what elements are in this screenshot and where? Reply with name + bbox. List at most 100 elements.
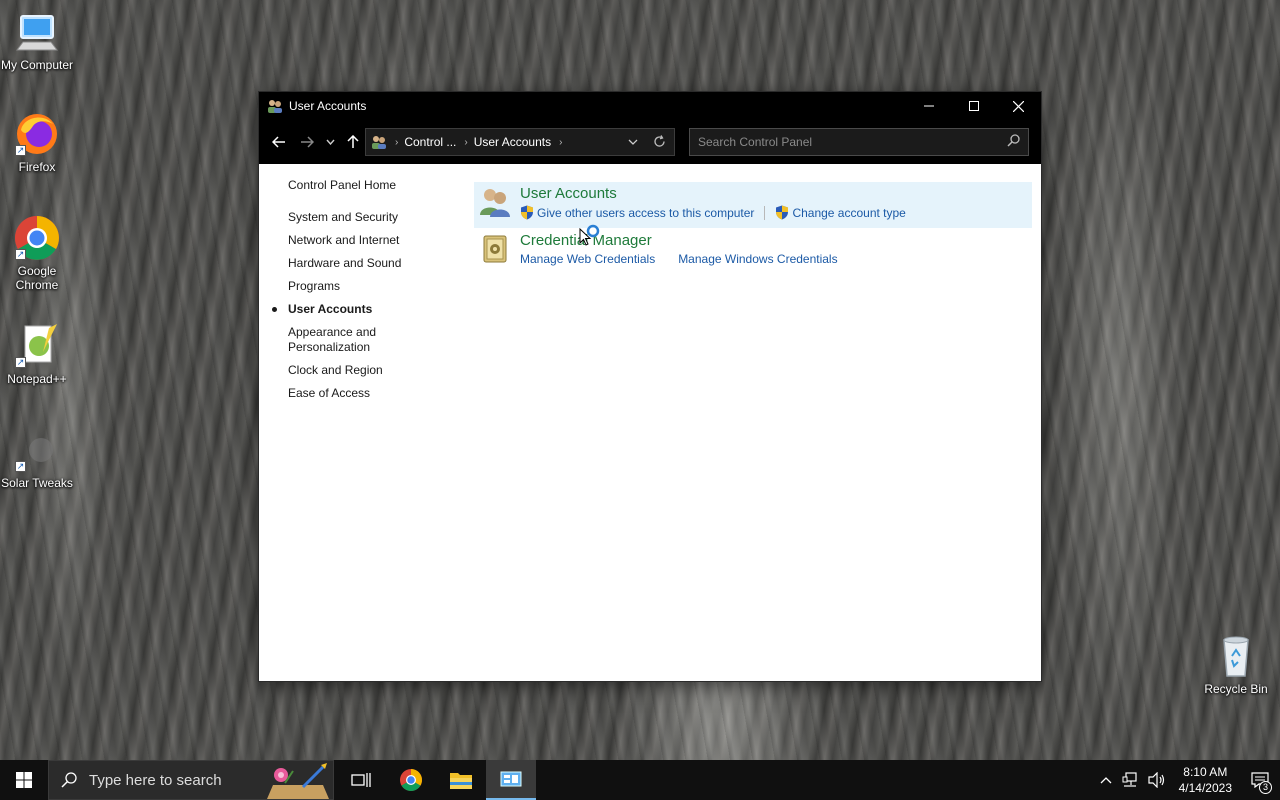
up-button[interactable] bbox=[339, 128, 367, 156]
maximize-button[interactable] bbox=[951, 92, 996, 120]
user-accounts-icon bbox=[480, 189, 510, 217]
desktop-icon-solar-tweaks[interactable]: ↗ Solar Tweaks bbox=[0, 426, 74, 490]
computer-icon bbox=[13, 8, 61, 56]
sidebar-item-programs[interactable]: Programs bbox=[288, 279, 458, 294]
breadcrumb-control-panel[interactable]: Control ... bbox=[404, 135, 456, 149]
speaker-icon bbox=[1148, 772, 1164, 788]
notification-count-badge: 3 bbox=[1259, 781, 1272, 794]
clock-date: 4/14/2023 bbox=[1178, 781, 1232, 795]
category-user-accounts[interactable]: User Accounts Give other users access to… bbox=[474, 182, 1032, 228]
desktop-icon-label: Google Chrome bbox=[15, 264, 59, 292]
back-button[interactable] bbox=[265, 128, 293, 156]
search-highlight-illustration-icon bbox=[267, 763, 329, 799]
control-panel-icon bbox=[500, 771, 522, 787]
manage-web-credentials-link[interactable]: Manage Web Credentials bbox=[520, 252, 655, 266]
arrow-left-icon bbox=[272, 136, 285, 148]
clock-time: 8:10 AM bbox=[1183, 765, 1228, 779]
arrow-right-icon bbox=[301, 136, 314, 148]
search-input[interactable] bbox=[690, 135, 1007, 149]
refresh-icon bbox=[654, 135, 665, 147]
network-status-button[interactable] bbox=[1117, 760, 1143, 800]
sidebar-item-hardware-and-sound[interactable]: Hardware and Sound bbox=[288, 256, 458, 271]
recent-locations-button[interactable] bbox=[321, 128, 339, 156]
sidebar-item-ease-of-access[interactable]: Ease of Access bbox=[288, 386, 458, 401]
chrome-icon: ↗ bbox=[13, 214, 61, 262]
desktop-icon-label: Recycle Bin bbox=[1204, 682, 1268, 696]
credential-manager-icon bbox=[483, 235, 507, 263]
maximize-icon bbox=[968, 101, 979, 111]
notepad-plus-plus-icon: ↗ bbox=[13, 322, 61, 370]
chevron-down-icon bbox=[628, 139, 638, 145]
start-button[interactable] bbox=[0, 760, 48, 800]
firefox-icon: ↗ bbox=[13, 110, 61, 158]
minimize-icon bbox=[923, 105, 934, 107]
solar-tweaks-icon: ↗ bbox=[13, 426, 61, 474]
sidebar-item-system-and-security[interactable]: System and Security bbox=[288, 210, 458, 225]
chevron-right-icon: › bbox=[395, 136, 399, 148]
desktop-icon-label: Firefox bbox=[18, 160, 56, 174]
user-accounts-icon bbox=[268, 100, 282, 113]
search-box[interactable] bbox=[689, 128, 1029, 156]
sidebar-item-network-and-internet[interactable]: Network and Internet bbox=[288, 233, 458, 248]
taskbar-clock[interactable]: 8:10 AM 4/14/2023 bbox=[1171, 764, 1240, 796]
forward-button[interactable] bbox=[293, 128, 321, 156]
windows-logo-icon bbox=[16, 772, 32, 788]
chevron-right-icon[interactable]: › bbox=[559, 137, 562, 148]
desktop-icon-label: My Computer bbox=[0, 58, 74, 72]
title-bar[interactable]: User Accounts bbox=[259, 92, 1041, 120]
close-icon bbox=[1013, 100, 1024, 112]
breadcrumb-user-accounts[interactable]: User Accounts bbox=[474, 135, 551, 149]
desktop-icon-notepad-plus-plus[interactable]: ↗ Notepad++ bbox=[0, 322, 74, 386]
show-hidden-icons-button[interactable] bbox=[1095, 760, 1117, 800]
link-separator bbox=[764, 205, 766, 220]
search-button[interactable] bbox=[1007, 134, 1020, 150]
chevron-up-icon bbox=[1100, 777, 1112, 784]
user-accounts-icon bbox=[372, 136, 386, 149]
action-center-button[interactable]: 3 bbox=[1240, 760, 1280, 800]
taskbar-chrome[interactable] bbox=[386, 760, 436, 800]
desktop-icon-my-computer[interactable]: My Computer bbox=[0, 8, 74, 72]
taskbar-file-explorer[interactable] bbox=[436, 760, 486, 800]
address-dropdown-button[interactable] bbox=[628, 136, 638, 150]
desktop-icon-label: Notepad++ bbox=[7, 372, 67, 386]
sidebar-item-user-accounts[interactable]: User Accounts bbox=[272, 302, 458, 317]
control-panel-window: User Accounts › Control ... › User Accou… bbox=[258, 91, 1042, 682]
minimize-button[interactable] bbox=[906, 92, 951, 120]
search-icon bbox=[61, 772, 77, 788]
sidebar-item-appearance-and-personalization[interactable]: Appearance and Personalization bbox=[288, 325, 398, 355]
category-credential-manager[interactable]: Credential Manager Manage Web Credential… bbox=[474, 229, 1032, 273]
taskbar-control-panel[interactable] bbox=[486, 760, 536, 800]
task-view-button[interactable] bbox=[336, 760, 386, 800]
category-heading-credential-manager[interactable]: Credential Manager bbox=[520, 232, 838, 250]
link-label: Change account type bbox=[792, 205, 906, 220]
uac-shield-icon bbox=[521, 205, 533, 220]
folder-icon bbox=[450, 773, 472, 789]
recycle-bin-icon bbox=[1212, 632, 1260, 680]
taskbar: 8:10 AM 4/14/2023 3 bbox=[0, 760, 1280, 800]
address-bar[interactable]: › Control ... › User Accounts › bbox=[365, 128, 675, 156]
chevron-right-icon[interactable]: › bbox=[464, 137, 467, 148]
navigation-bar: › Control ... › User Accounts › bbox=[259, 120, 1041, 164]
close-button[interactable] bbox=[996, 92, 1041, 120]
category-heading-user-accounts[interactable]: User Accounts bbox=[520, 185, 906, 203]
taskbar-search-box[interactable] bbox=[48, 760, 334, 800]
system-tray: 8:10 AM 4/14/2023 3 bbox=[1095, 760, 1280, 800]
desktop-icon-recycle-bin[interactable]: Recycle Bin bbox=[1199, 632, 1273, 696]
refresh-button[interactable] bbox=[653, 135, 666, 151]
desktop-icon-firefox[interactable]: ↗ Firefox bbox=[0, 110, 74, 174]
taskbar-search-input[interactable] bbox=[89, 771, 259, 789]
manage-windows-credentials-link[interactable]: Manage Windows Credentials bbox=[678, 252, 837, 266]
desktop-icon-google-chrome[interactable]: ↗ Google Chrome bbox=[0, 214, 74, 292]
sidebar-control-panel-home[interactable]: Control Panel Home bbox=[288, 178, 458, 192]
give-other-users-access-link[interactable]: Give other users access to this computer bbox=[520, 205, 754, 220]
link-separator bbox=[666, 252, 667, 266]
busy-spinner-icon bbox=[586, 224, 600, 238]
search-icon bbox=[1007, 134, 1020, 147]
sidebar-nav: Control Panel Home System and Security N… bbox=[272, 178, 458, 409]
chevron-down-icon bbox=[325, 139, 335, 145]
sidebar-item-clock-and-region[interactable]: Clock and Region bbox=[288, 363, 458, 378]
uac-shield-icon bbox=[776, 205, 789, 220]
volume-button[interactable] bbox=[1143, 760, 1171, 800]
content-area: Control Panel Home System and Security N… bbox=[259, 164, 1041, 681]
change-account-type-link[interactable]: Change account type bbox=[775, 205, 906, 220]
